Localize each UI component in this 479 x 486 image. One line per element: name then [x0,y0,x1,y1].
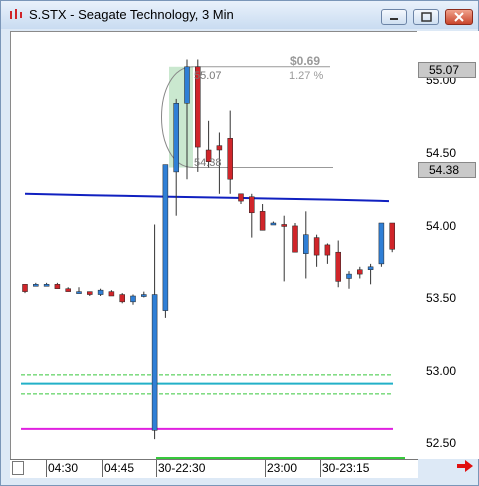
price-tick-label: 54.00 [426,219,457,233]
price-axis: 55.00 54.50 54.00 53.50 53.00 52.50 55.0… [417,31,479,459]
time-divider [46,460,47,477]
candle-up [151,294,158,431]
candle-up [346,273,352,279]
close-button[interactable] [445,9,473,25]
moving-average-line [24,192,390,203]
minimize-button[interactable] [381,9,407,25]
candle-down [313,237,320,256]
measure-high: 55.07 [194,70,222,82]
candle-down [22,284,28,292]
candle-up [162,164,169,311]
candle-down [292,225,298,253]
scroll-right-arrow-icon[interactable] [456,459,474,473]
candle-down [259,211,266,231]
time-tick-label: 04:45 [104,461,135,475]
candle-down [216,145,223,151]
price-chart[interactable]: $0.69 1.27 % 55.07 54.38 [10,31,418,461]
candle-down [249,196,255,214]
maximize-button[interactable] [413,9,439,25]
candle-down [87,291,93,295]
candle-down [65,288,71,292]
candle-up [43,284,50,287]
candle-up [141,294,147,297]
candle-down [238,193,244,202]
time-divider [265,460,266,477]
measure-low: 54.38 [194,157,222,169]
chart-window: S.STX - Seagate Technology, 3 Min $0.69 … [0,0,479,486]
time-tick-label: 30-23:15 [322,461,370,475]
candle-down [335,251,341,282]
last-price-badge: 54.38 [418,162,476,178]
candle-up [173,103,179,173]
time-divider [156,460,157,477]
time-divider [320,460,321,477]
time-divider [102,460,103,477]
candle-down [227,138,233,180]
restore-icon [421,12,432,22]
high-price-badge: 55.07 [418,62,476,78]
window-title: S.STX - Seagate Technology, 3 Min [29,7,234,22]
measure-percent: 1.27 % [289,70,324,82]
price-tick-label: 53.00 [426,364,457,378]
app-chart-icon [10,9,22,19]
candle-down [324,244,331,256]
minimize-icon [390,18,398,20]
candle-up [76,291,82,294]
price-tick-label: 54.50 [426,146,457,160]
candle-up [378,222,385,265]
candle-down [54,284,61,289]
measure-change: $0.69 [290,54,321,68]
price-tick-label: 53.50 [426,291,457,305]
price-tick-label: 52.50 [426,436,457,450]
chart-canvas[interactable] [11,32,417,460]
candle-down [281,224,287,227]
time-axis: 04:30 04:45 30-22:30 23:00 30-23:15 [10,459,418,478]
candle-up [97,289,104,295]
candle-up [33,284,39,287]
candle-down [357,269,363,275]
candle-down [108,291,115,297]
time-tick-label: 23:00 [267,461,298,475]
candle-down [389,222,395,250]
time-tick-label: 04:30 [48,461,79,475]
close-icon [454,12,464,22]
time-tick-label: 30-22:30 [158,461,206,475]
candle-up [367,266,374,270]
scroll-handle[interactable] [12,461,24,475]
candle-up [303,234,309,254]
candle-up [270,222,277,226]
candle-down [119,294,125,303]
title-bar[interactable]: S.STX - Seagate Technology, 3 Min [1,1,478,29]
candle-up [130,295,136,303]
candle-up [184,66,190,104]
